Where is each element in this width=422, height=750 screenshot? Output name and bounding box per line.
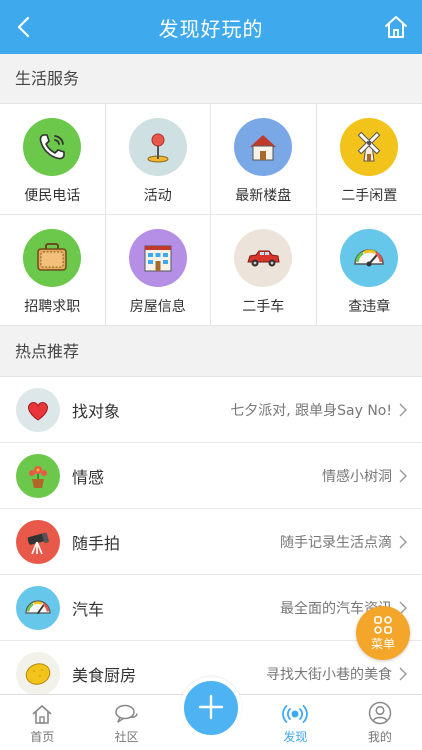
list-item-snapshot[interactable]: 随手拍 随手记录生活点滴 (0, 509, 422, 575)
user-icon (368, 701, 392, 725)
top-bar: 发现好玩的 (0, 0, 422, 54)
phone-icon (23, 118, 82, 176)
list-item-desc: 寻找大街小巷的美食 (266, 666, 392, 683)
list-item-title: 找对象 (72, 401, 121, 421)
car-icon (234, 229, 293, 287)
tab-label: 发现 (283, 730, 308, 744)
list-item-desc: 随手记录生活点滴 (280, 534, 392, 551)
hot-list: 找对象 七夕派对, 跟单身Say No! 情感 情感小树洞 随手拍 随手记录生活… (0, 377, 422, 707)
service-phone[interactable]: 便民电话 (0, 104, 106, 215)
life-services-grid: 便民电话 活动 最新楼盘 二手闲置 招聘求职 房屋信息 二手车 查违章 (0, 104, 422, 326)
list-item-title: 汽车 (72, 599, 105, 619)
briefcase-icon (23, 229, 82, 287)
grid-menu-icon (374, 615, 392, 634)
home-tab-icon (32, 705, 52, 724)
flower-pot-icon (16, 453, 60, 498)
home-icon[interactable] (382, 13, 410, 41)
tab-publish (169, 677, 253, 750)
tab-label: 首页 (30, 730, 55, 744)
service-label: 房屋信息 (129, 299, 186, 315)
bottom-tab-bar: 首页 社区 发现 我的 (0, 677, 422, 750)
list-item-emotion[interactable]: 情感 情感小树洞 (0, 443, 422, 509)
list-item-desc: 情感小树洞 (322, 468, 392, 485)
chevron-right-icon (399, 535, 407, 548)
service-housing-info[interactable]: 房屋信息 (105, 215, 211, 326)
tab-community[interactable]: 社区 (84, 695, 168, 750)
house-icon (234, 118, 293, 176)
publish-button[interactable] (180, 677, 243, 739)
building-icon (128, 229, 187, 287)
section-title-life-services: 生活服务 (0, 54, 422, 104)
chevron-right-icon (399, 469, 407, 482)
service-violations[interactable]: 查违章 (316, 215, 422, 326)
service-label: 便民电话 (24, 188, 81, 204)
service-label: 二手闲置 (341, 188, 398, 204)
tab-discover[interactable]: 发现 (253, 695, 337, 750)
plus-icon (198, 694, 224, 719)
pin-icon (128, 118, 187, 176)
speedometer-icon (340, 229, 399, 287)
service-label: 招聘求职 (24, 299, 81, 315)
page-title: 发现好玩的 (158, 16, 264, 41)
service-label: 二手车 (242, 299, 285, 315)
service-jobs[interactable]: 招聘求职 (0, 215, 106, 326)
chevron-right-icon (399, 403, 407, 416)
tab-label: 我的 (367, 730, 392, 744)
list-item-dating[interactable]: 找对象 七夕派对, 跟单身Say No! (0, 377, 422, 443)
service-label: 最新楼盘 (235, 188, 292, 204)
section-title-hot: 热点推荐 (0, 327, 422, 377)
service-label: 活动 (143, 188, 172, 204)
service-second-hand[interactable]: 二手闲置 (316, 104, 422, 215)
gauge-icon (16, 585, 60, 630)
lemon-icon (16, 651, 60, 696)
service-activity[interactable]: 活动 (105, 104, 211, 215)
float-menu-label: 菜单 (370, 636, 395, 651)
list-item-title: 美食厨房 (72, 665, 137, 685)
tab-mine[interactable]: 我的 (338, 695, 422, 750)
chat-icon (114, 704, 138, 723)
chevron-right-icon (399, 667, 407, 680)
service-label: 查违章 (348, 299, 391, 315)
list-item-desc: 七夕派对, 跟单身Say No! (230, 402, 392, 419)
list-item-title: 随手拍 (72, 533, 121, 553)
list-item-title: 情感 (72, 467, 105, 487)
tab-label: 社区 (114, 730, 139, 744)
back-arrow-icon[interactable] (10, 12, 40, 42)
service-new-properties[interactable]: 最新楼盘 (211, 104, 317, 215)
service-used-cars[interactable]: 二手车 (211, 215, 317, 326)
float-menu-button[interactable]: 菜单 (356, 606, 410, 660)
telescope-icon (16, 519, 60, 564)
broadcast-icon (282, 705, 309, 723)
tab-home[interactable]: 首页 (0, 695, 84, 750)
heart-icon (16, 387, 60, 432)
windmill-icon (340, 118, 399, 176)
